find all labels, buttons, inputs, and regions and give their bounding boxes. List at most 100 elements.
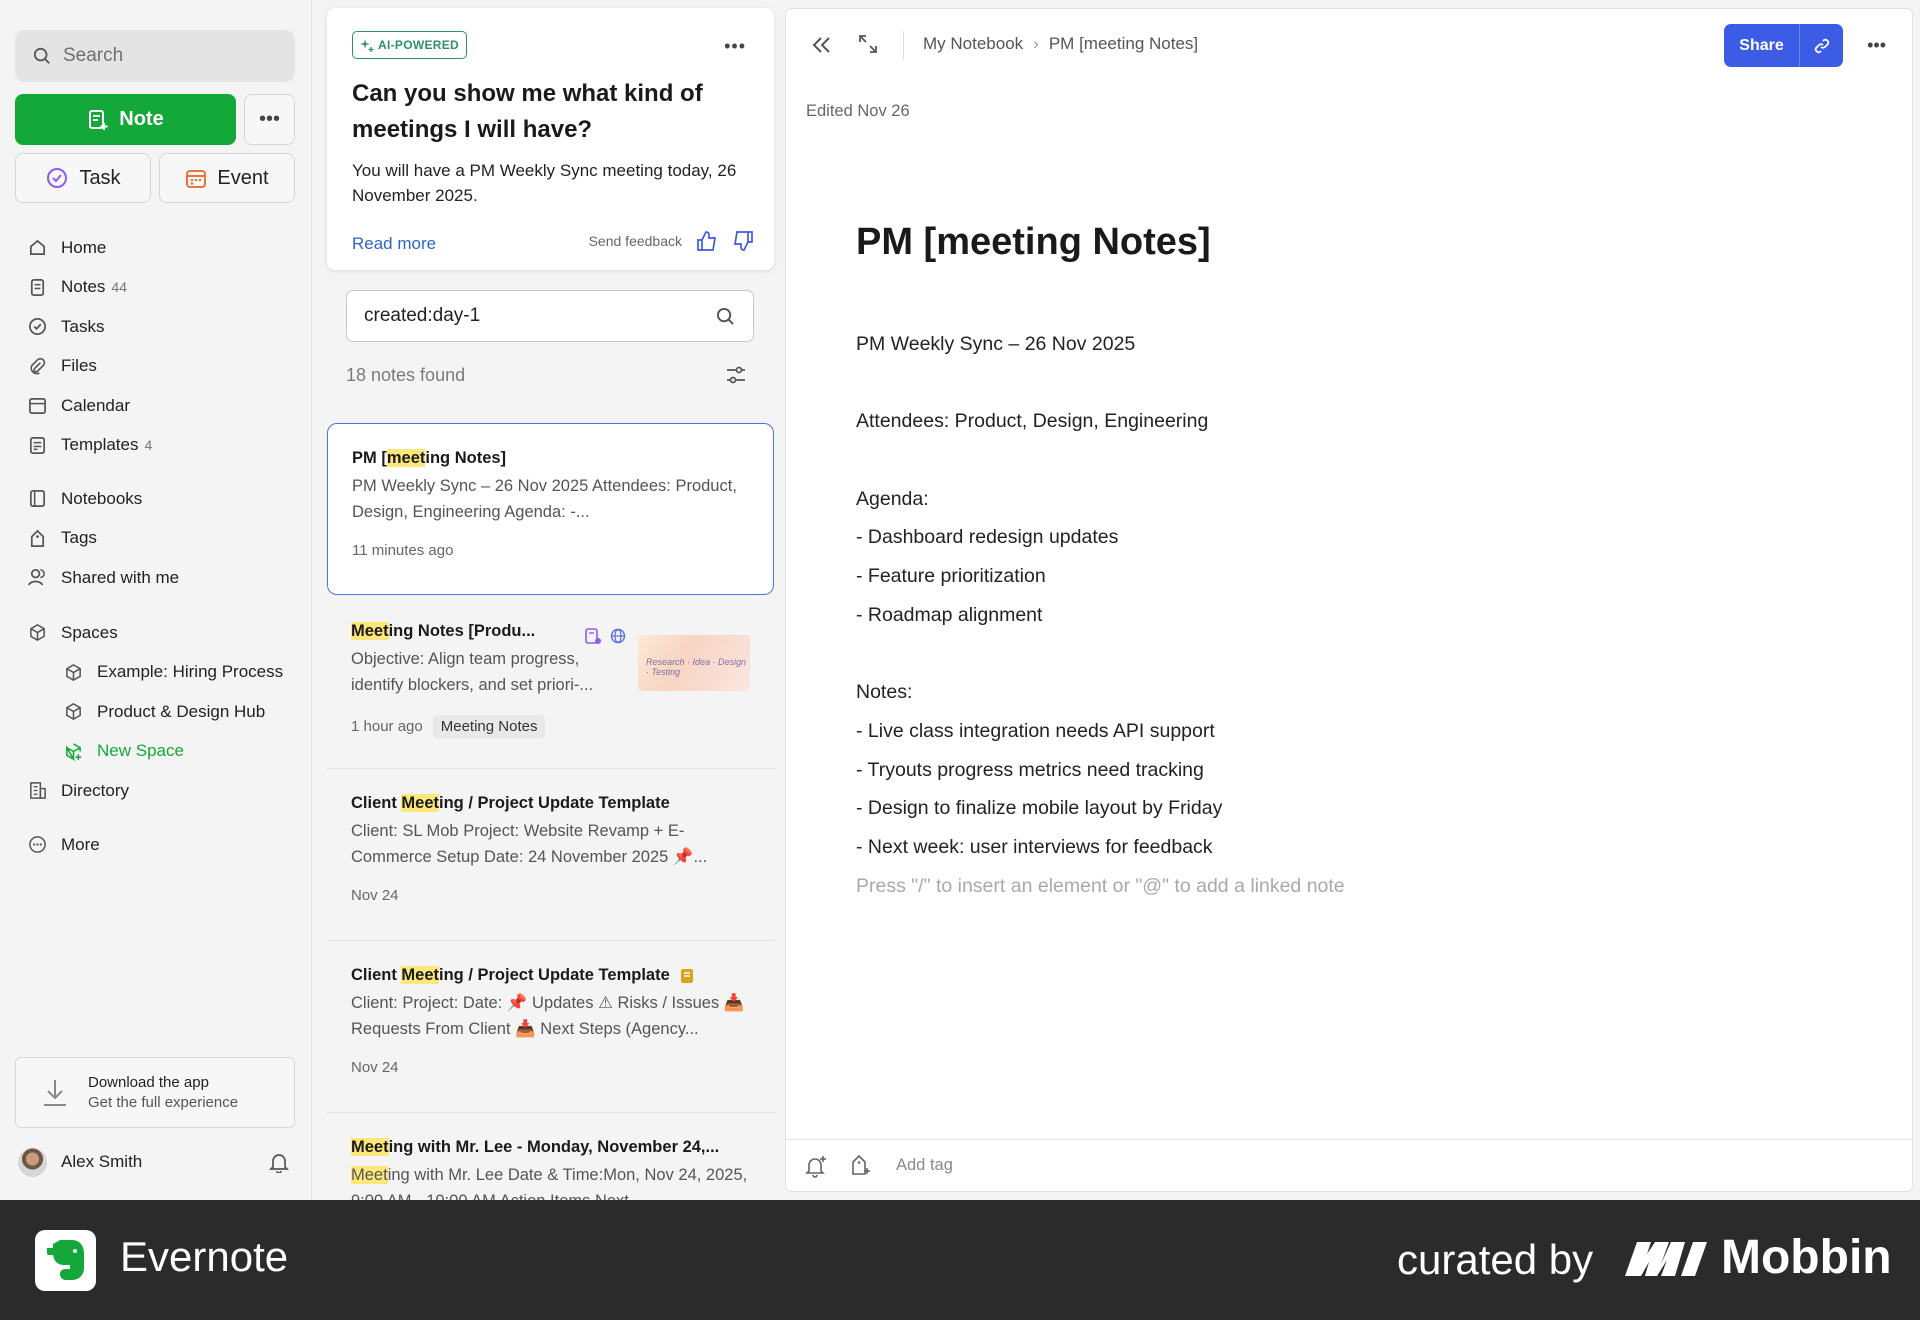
attribution-banner: Evernote curated by Mobbin — [0, 1200, 1920, 1320]
bell-icon[interactable] — [268, 1151, 290, 1173]
sidebar-item-spaces[interactable]: Spaces — [14, 613, 304, 653]
body-line — [856, 364, 1836, 403]
space-item-hiring[interactable]: Example: Hiring Process — [14, 653, 304, 693]
search-icon — [33, 47, 50, 64]
body-line: - Tryouts progress metrics need tracking — [856, 758, 1204, 781]
ai-badge-label: AI-POWERED — [378, 38, 459, 52]
read-more-link[interactable]: Read more — [352, 234, 436, 254]
note-time: Nov 24 — [351, 887, 399, 904]
list-item[interactable]: PM [meeting Notes] PM Weekly Sync – 26 N… — [327, 423, 774, 595]
add-tag-icon[interactable] — [848, 1154, 872, 1178]
expand-icon[interactable] — [857, 33, 879, 55]
breadcrumb: My Notebook › PM [meeting Notes] — [923, 34, 1198, 54]
note-thumbnail: Research · Idea · Design · Testing — [638, 635, 750, 691]
breadcrumb-notebook[interactable]: My Notebook — [923, 34, 1023, 54]
thumbs-up-icon[interactable] — [696, 230, 718, 252]
body-line — [856, 635, 1836, 674]
sidebar-search[interactable]: Search — [15, 30, 295, 82]
note-title-text: ing Notes] — [425, 449, 507, 467]
new-event-button[interactable]: Event — [159, 153, 295, 203]
editor-footer: Add tag — [786, 1139, 1912, 1191]
editor-placeholder: Press "/" to insert an element or "@" to… — [856, 874, 1345, 897]
sidebar-item-more[interactable]: More — [14, 825, 304, 865]
breadcrumb-note[interactable]: PM [meeting Notes] — [1049, 34, 1198, 54]
sidebar-item-files[interactable]: Files — [14, 347, 304, 387]
list-item[interactable]: Client Meeting / Project Update Template… — [327, 941, 774, 1113]
note-title-heading[interactable]: PM [meeting Notes] — [856, 221, 1211, 264]
sidebar-item-label: Notebooks — [61, 488, 143, 508]
thumbs-down-icon[interactable] — [732, 230, 754, 252]
note-meta: Nov 24 — [351, 1059, 750, 1076]
body-line: Notes: — [856, 681, 913, 704]
body-line — [856, 441, 1836, 480]
copy-link-button[interactable] — [1799, 24, 1843, 67]
building-icon — [30, 782, 46, 800]
space-item-product-design[interactable]: Product & Design Hub — [14, 692, 304, 732]
note-snippet: Objective: Align team progress, identify… — [351, 650, 594, 694]
sidebar-item-calendar[interactable]: Calendar — [14, 386, 304, 426]
ai-powered-badge: AI-POWERED — [352, 31, 467, 59]
sidebar-item-label: Files — [61, 356, 97, 376]
reminder-bell-icon[interactable] — [804, 1154, 828, 1178]
filter-settings-icon[interactable] — [725, 364, 747, 386]
note-snippet: Client: Project: Date: 📌 Updates ⚠ Risks… — [351, 994, 745, 1038]
notes-count: 44 — [111, 279, 127, 296]
sidebar-item-templates[interactable]: Templates 4 — [14, 426, 304, 466]
sidebar-item-directory[interactable]: Directory — [14, 771, 304, 811]
note-title-highlight: Meet — [401, 966, 440, 984]
sidebar-item-notebooks[interactable]: Notebooks — [14, 479, 304, 519]
list-item[interactable]: Client Meeting / Project Update Template… — [327, 769, 774, 941]
notebook-icon — [29, 490, 46, 508]
sidebar-item-shared[interactable]: Shared with me — [14, 558, 304, 598]
search-query-input[interactable]: created:day-1 — [346, 290, 754, 342]
more-circle-icon — [29, 836, 46, 854]
note-time: 11 minutes ago — [352, 542, 454, 559]
note-title-text: ing with Mr. Lee - Monday, November 24,.… — [388, 1138, 720, 1156]
cube-icon — [66, 663, 81, 681]
body-line: - Dashboard redesign updates — [856, 526, 1119, 549]
share-button[interactable]: Share — [1724, 24, 1799, 67]
feedback-group: Send feedback — [589, 230, 754, 252]
secondary-nav: Notebooks Tags Shared with me — [14, 479, 304, 598]
note-title: Client Meeting / Project Update Template — [351, 966, 750, 985]
sidebar-item-label: Tags — [61, 528, 97, 548]
sidebar-item-notes[interactable]: Notes 44 — [14, 268, 304, 308]
note-body[interactable]: PM Weekly Sync – 26 Nov 2025 Attendees: … — [856, 325, 1836, 905]
space-item-label: Product & Design Hub — [97, 701, 266, 721]
note-snippet: Meeting with Mr. Lee Date & Time:Mon, No… — [351, 1162, 750, 1200]
search-icon[interactable] — [716, 307, 735, 326]
avatar — [18, 1147, 47, 1177]
new-note-button[interactable]: Note — [15, 94, 236, 145]
user-profile[interactable]: Alex Smith — [18, 1146, 290, 1178]
body-line: - Roadmap alignment — [856, 603, 1043, 626]
new-space-button[interactable]: New Space — [14, 732, 304, 772]
collapse-left-icon[interactable] — [810, 33, 834, 57]
note-tag[interactable]: Meeting Notes — [432, 715, 546, 738]
send-feedback-label: Send feedback — [588, 233, 682, 249]
editor-toolbar: My Notebook › PM [meeting Notes] Share •… — [786, 9, 1912, 81]
body-line: PM Weekly Sync – 26 Nov 2025 — [856, 333, 1136, 355]
sidebar-item-label: Directory — [61, 780, 130, 800]
sidebar-item-tasks[interactable]: Tasks — [14, 307, 304, 347]
event-calendar-icon — [186, 170, 207, 188]
sidebar: Search Note ••• Task Event Home Notes 44… — [0, 0, 312, 1200]
note-title-text: Client — [351, 966, 402, 984]
ai-question: Can you show me what kind of meetings I … — [352, 80, 703, 143]
download-app-banner[interactable]: Download the app Get the full experience — [15, 1057, 295, 1128]
sidebar-item-label: Spaces — [61, 622, 118, 642]
sparkle-icon — [360, 39, 374, 52]
sidebar-item-tags[interactable]: Tags — [14, 519, 304, 559]
sidebar-item-home[interactable]: Home — [14, 228, 304, 268]
app-name: Evernote — [120, 1233, 289, 1280]
elephant-icon — [46, 1239, 84, 1280]
body-line: Agenda: — [856, 487, 929, 510]
cube-icon — [30, 624, 45, 642]
user-name: Alex Smith — [61, 1152, 143, 1171]
new-more-button[interactable]: ••• — [244, 94, 295, 145]
editor-menu-icon[interactable]: ••• — [1867, 35, 1886, 56]
add-tag-input[interactable]: Add tag — [896, 1156, 953, 1175]
ai-card-menu-icon[interactable]: ••• — [724, 36, 746, 57]
list-item[interactable]: Meeting with Mr. Lee - Monday, November … — [327, 1113, 774, 1200]
new-task-button[interactable]: Task — [15, 153, 151, 203]
list-item[interactable]: Meeting Notes [Produ... Objective: Align… — [327, 597, 774, 769]
